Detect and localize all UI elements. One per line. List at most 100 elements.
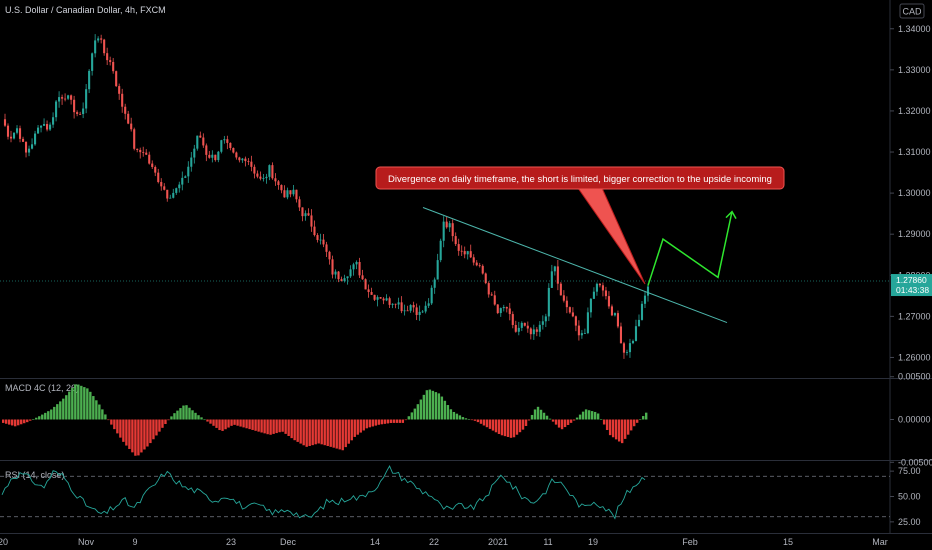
candle-body: [445, 221, 448, 228]
candle-body: [301, 207, 304, 217]
candle-body: [637, 319, 641, 327]
macd-bar: [152, 419, 155, 440]
macd-bar: [572, 419, 576, 421]
macd-bar: [590, 411, 594, 420]
macd-bar: [62, 398, 65, 420]
candle-body: [571, 312, 574, 317]
candle-body: [562, 295, 565, 301]
candle-body: [12, 132, 16, 139]
macd-bar: [302, 419, 305, 446]
candle-body: [535, 329, 538, 332]
candle-body: [343, 278, 346, 281]
rsi-tick-label: 25.00: [898, 517, 921, 527]
macd-bar: [128, 419, 131, 449]
candle-body: [328, 251, 331, 260]
candle-body: [361, 275, 364, 280]
price-tick-label: 1.27000: [898, 311, 931, 321]
price-tick-label: 1.30000: [898, 188, 931, 198]
candle-body: [37, 127, 40, 134]
macd-bar: [401, 419, 405, 423]
macd-bar: [521, 419, 525, 430]
macd-bar: [215, 419, 218, 428]
macd-bar: [122, 419, 125, 442]
candle-body: [106, 53, 109, 61]
candle-body: [91, 53, 94, 71]
candle-body: [130, 123, 133, 130]
candle-body: [508, 308, 511, 315]
macd-bar: [248, 419, 251, 430]
candle-body: [100, 38, 103, 40]
macd-bar: [173, 413, 176, 420]
candle-body: [217, 151, 220, 161]
macd-bar: [308, 419, 311, 446]
candle: [379, 297, 382, 299]
candle: [559, 281, 562, 296]
price-tick-label: 1.32000: [898, 106, 931, 116]
candle-body: [358, 261, 361, 276]
macd-bar: [500, 419, 504, 436]
macd-bar: [569, 419, 573, 423]
macd-bar: [92, 396, 95, 420]
candle-body: [499, 308, 502, 314]
macd-bar: [17, 419, 20, 426]
macd-bar: [164, 419, 167, 425]
macd-bar: [602, 419, 606, 425]
macd-bar: [428, 389, 432, 420]
macd-bar: [233, 419, 236, 425]
candle-body: [259, 176, 262, 179]
candle-body: [475, 262, 478, 266]
candle-body: [9, 136, 13, 139]
macd-bar: [473, 419, 477, 421]
candle-body: [598, 283, 601, 286]
candle-body: [520, 322, 523, 328]
macd-bar: [287, 419, 290, 436]
macd-bar: [2, 419, 5, 423]
time-tick-label: 19: [588, 537, 598, 547]
candle-body: [622, 343, 626, 353]
candle-body: [511, 314, 514, 325]
candle-body: [487, 283, 490, 295]
time-tick-label: 20: [0, 537, 8, 547]
candle-body: [349, 269, 352, 277]
candle-body: [385, 298, 388, 301]
candle-body: [139, 149, 142, 153]
macd-bar: [578, 414, 582, 420]
macd-bar: [551, 419, 555, 422]
candle-body: [49, 124, 52, 130]
macd-bar: [515, 419, 519, 435]
candle-body: [253, 166, 256, 174]
macd-bar: [134, 419, 137, 456]
macd-bar: [83, 387, 86, 420]
candle-body: [421, 311, 424, 313]
candle-body: [580, 333, 583, 336]
macd-bar: [188, 407, 191, 420]
candle-body: [373, 294, 376, 300]
candle-body: [592, 291, 595, 299]
chart-canvas[interactable]: Divergence on daily timeframe, the short…: [0, 0, 932, 550]
candle-body: [235, 152, 238, 158]
macd-bar: [206, 419, 209, 422]
candle-body: [502, 307, 505, 309]
price-tick-label: 1.34000: [898, 24, 931, 34]
macd-bar: [470, 419, 474, 421]
macd-bar: [38, 416, 41, 420]
macd-bar: [269, 419, 272, 435]
macd-bar: [116, 419, 119, 434]
macd-bar: [26, 419, 29, 423]
candle-body: [526, 325, 529, 329]
candle-body: [151, 163, 154, 167]
macd-bar: [239, 419, 242, 427]
candle-body: [283, 190, 286, 198]
candle-body: [541, 321, 544, 325]
macd-bar: [566, 419, 570, 425]
macd-bar: [41, 414, 44, 420]
candle-body: [367, 289, 370, 293]
macd-bar: [347, 419, 350, 444]
currency-badge[interactable]: CAD: [899, 3, 925, 19]
macd-bar: [350, 419, 353, 441]
candle-body: [583, 333, 586, 334]
candle-body: [337, 271, 340, 280]
candle-body: [244, 158, 247, 162]
macd-bar: [614, 419, 618, 440]
candle-body: [391, 303, 394, 305]
